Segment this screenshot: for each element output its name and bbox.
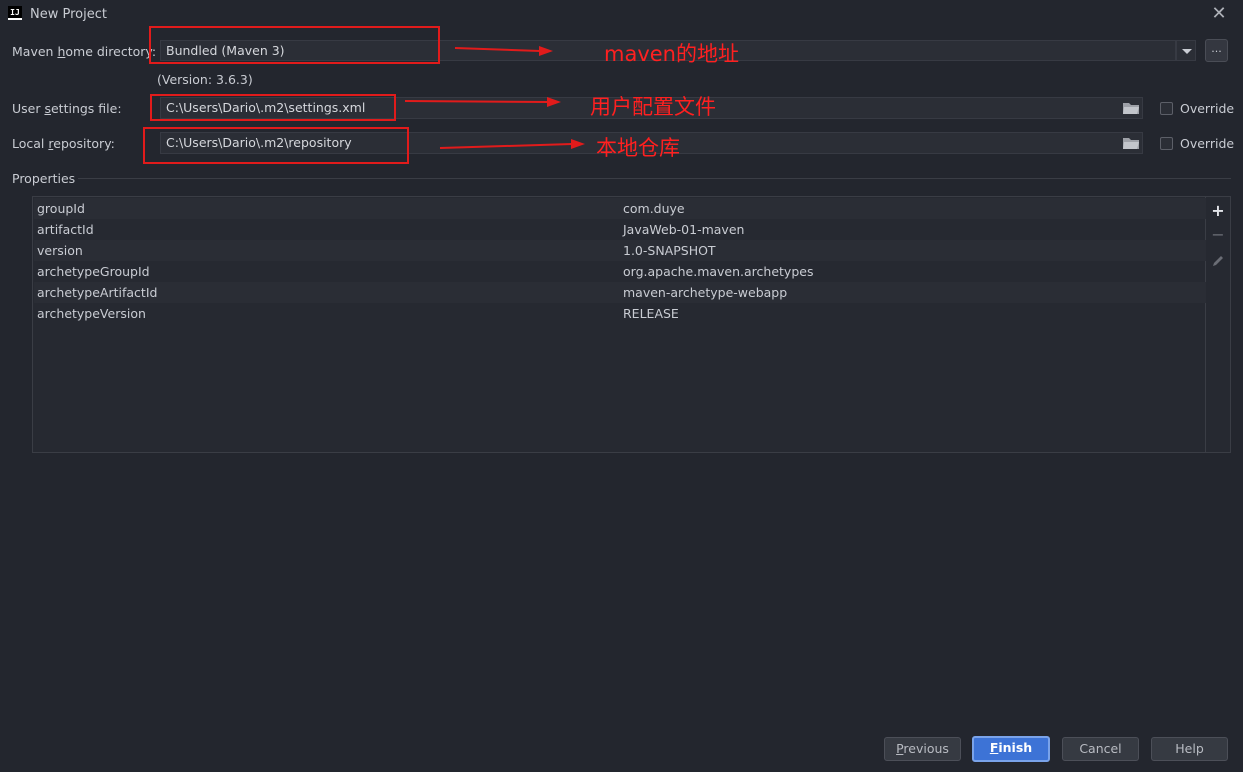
annotation-maven-home: maven的地址 [604, 42, 739, 66]
previous-button[interactable]: Previous [884, 737, 961, 761]
help-button[interactable]: Help [1151, 737, 1228, 761]
finish-button[interactable]: Finish [972, 736, 1050, 762]
cancel-button[interactable]: Cancel [1062, 737, 1139, 761]
annotation-local-repo: 本地仓库 [596, 136, 680, 160]
annotation-user-settings: 用户配置文件 [590, 95, 716, 119]
